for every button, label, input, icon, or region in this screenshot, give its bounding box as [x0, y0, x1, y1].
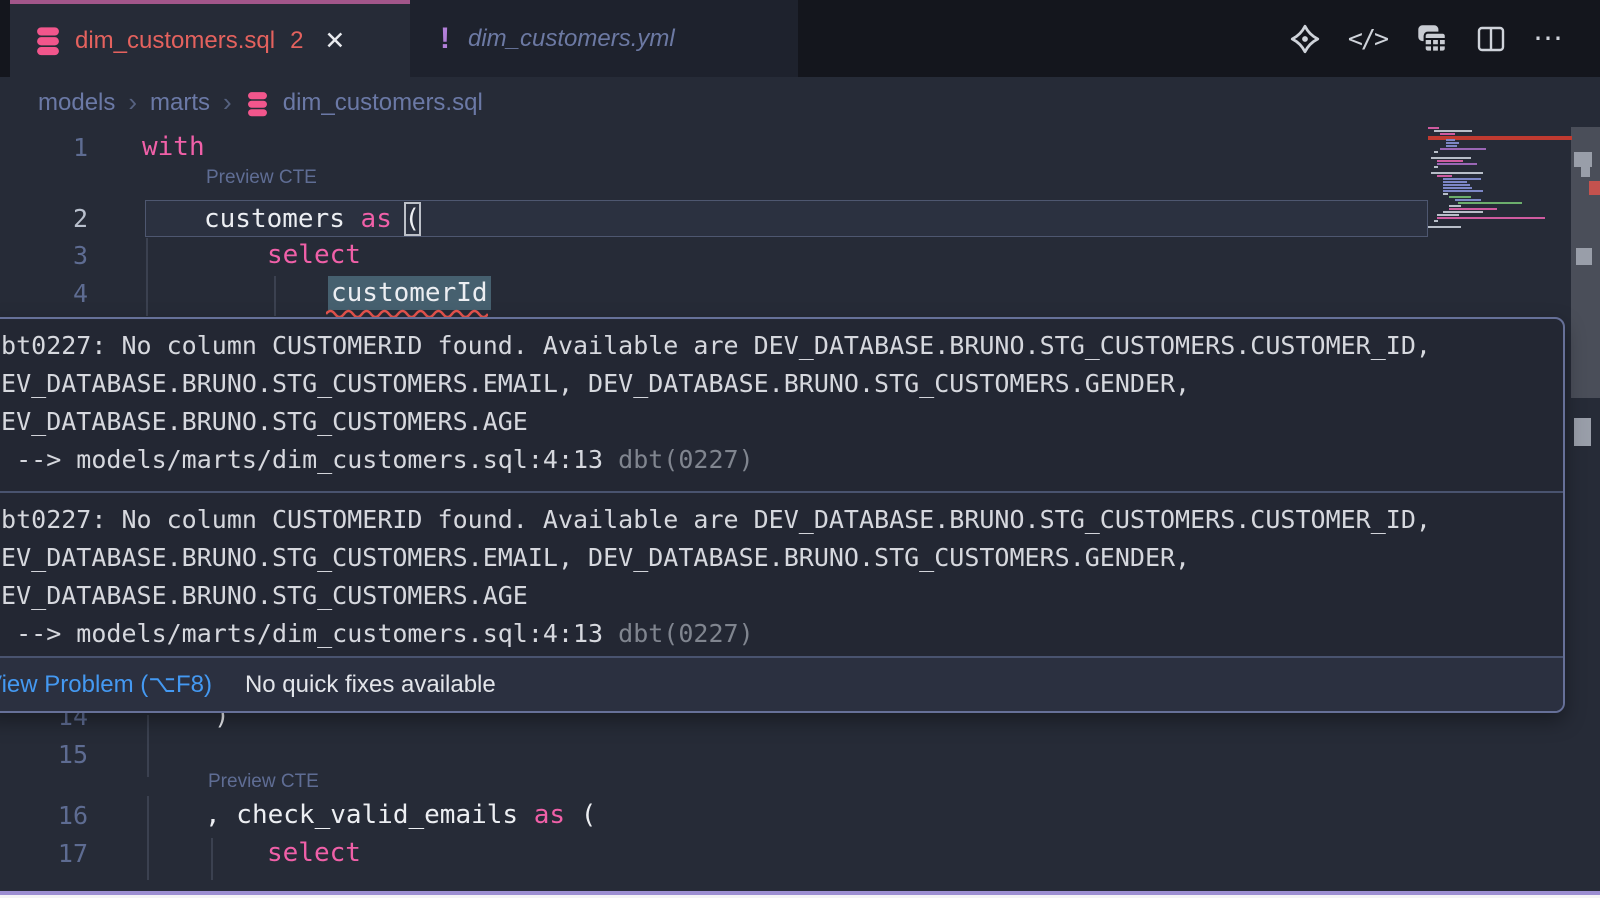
ruler-marks [1571, 0, 1600, 898]
indent-guide [274, 276, 276, 316]
code-line-4[interactable]: 4 [0, 274, 1600, 312]
text-cursor: ( [404, 202, 421, 236]
tab-dim-customers-yml[interactable]: ! dim_customers.yml [410, 0, 798, 77]
line-number: 15 [40, 740, 88, 769]
breadcrumb-item-models[interactable]: models [38, 89, 115, 117]
codelens-preview-cte[interactable]: Preview CTE [206, 167, 317, 189]
breadcrumb-item-file[interactable]: dim_customers.sql [283, 89, 483, 117]
error-message-block: dbt0227: No column CUSTOMERID found. Ava… [0, 319, 1563, 491]
code-token-keyword: as [361, 204, 392, 234]
error-text: DEV_DATABASE.BRUNO.STG_CUSTOMERS.AGE [0, 403, 1563, 441]
breadcrumb-item-marts[interactable]: marts [150, 89, 210, 117]
code-token: , check_valid_emails [205, 800, 534, 830]
error-hover-panel: dbt0227: No column CUSTOMERID found. Ava… [0, 317, 1565, 713]
line-number-active: 2 [40, 204, 88, 233]
warning-icon: ! [440, 22, 450, 56]
indent-guide [147, 796, 149, 880]
tab-label: dim_customers.sql [75, 27, 275, 55]
database-icon [245, 88, 270, 117]
indent-guide [146, 238, 148, 316]
error-code: dbt(0227) [618, 445, 753, 474]
error-code: dbt(0227) [618, 619, 753, 648]
overview-ruler[interactable] [1571, 0, 1600, 898]
code-line-2[interactable]: 2 customers as ( [0, 200, 1600, 237]
error-text: dbt0227: No column CUSTOMERID found. Ava… [0, 501, 1563, 539]
code-line-1[interactable]: 1 with [0, 128, 1600, 166]
codelens-preview-cte[interactable]: Preview CTE [208, 771, 319, 793]
error-location: --> models/marts/dim_customers.sql:4:13 … [0, 615, 1563, 653]
tab-dim-customers-sql[interactable]: dim_customers.sql 2 ✕ [10, 0, 410, 77]
minimap[interactable] [1428, 127, 1573, 233]
code-token-keyword: as [534, 800, 581, 830]
line-number: 4 [40, 279, 88, 308]
view-problem-link[interactable]: View Problem (⌥F8) [0, 670, 212, 699]
dirty-count-badge: 2 [290, 27, 303, 55]
breadcrumb: models › marts › dim_customers.sql [0, 77, 1600, 128]
hover-status-bar: View Problem (⌥F8) No quick fixes availa… [0, 656, 1563, 711]
chevron-right-icon: › [223, 87, 232, 118]
code-line-3[interactable]: 3 select [0, 236, 1600, 274]
error-location: --> models/marts/dim_customers.sql:4:13 … [0, 441, 1563, 479]
error-text: DEV_DATABASE.BRUNO.STG_CUSTOMERS.EMAIL, … [0, 539, 1563, 577]
editor-actions: </> ⋯ [1288, 0, 1565, 77]
line-number: 16 [40, 801, 88, 830]
editor-window: dim_customers.sql 2 ✕ ! dim_customers.ym… [0, 0, 1600, 898]
highlighted-identifier[interactable]: customerId [328, 276, 491, 310]
minimap-content [1428, 127, 1573, 233]
error-path: --> models/marts/dim_customers.sql:4:13 [0, 619, 618, 648]
code-token: customers [204, 204, 361, 234]
line-number: 17 [40, 839, 88, 868]
error-text: dbt0227: No column CUSTOMERID found. Ava… [0, 327, 1563, 365]
indent-guide [211, 838, 213, 880]
code-line-16[interactable]: 16 , check_valid_emails as ( [0, 796, 1600, 834]
tab-bar: dim_customers.sql 2 ✕ ! dim_customers.ym… [0, 0, 1600, 77]
quick-fix-message: No quick fixes available [245, 671, 496, 699]
code-line-17[interactable]: 17 select [0, 834, 1600, 872]
indent-guide [147, 715, 149, 777]
chevron-right-icon: › [128, 87, 137, 118]
close-icon[interactable]: ✕ [324, 26, 345, 56]
error-text: DEV_DATABASE.BRUNO.STG_CUSTOMERS.EMAIL, … [0, 365, 1563, 403]
tab-label: dim_customers.yml [468, 25, 675, 53]
code-token: ( [581, 800, 597, 830]
more-actions-icon[interactable]: ⋯ [1533, 21, 1565, 56]
compiled-code-icon[interactable]: </> [1348, 24, 1387, 53]
error-text: DEV_DATABASE.BRUNO.STG_CUSTOMERS.AGE [0, 577, 1563, 615]
code-line-15[interactable]: 15 [0, 735, 1600, 773]
line-number: 1 [40, 133, 88, 162]
dbt-icon[interactable] [1288, 22, 1322, 56]
split-editor-icon[interactable] [1475, 24, 1507, 54]
error-path: --> models/marts/dim_customers.sql:4:13 [0, 445, 618, 474]
error-message-block: dbt0227: No column CUSTOMERID found. Ava… [0, 493, 1563, 665]
copy-table-icon[interactable] [1413, 22, 1449, 56]
database-icon [34, 26, 62, 56]
line-number: 3 [40, 241, 88, 270]
